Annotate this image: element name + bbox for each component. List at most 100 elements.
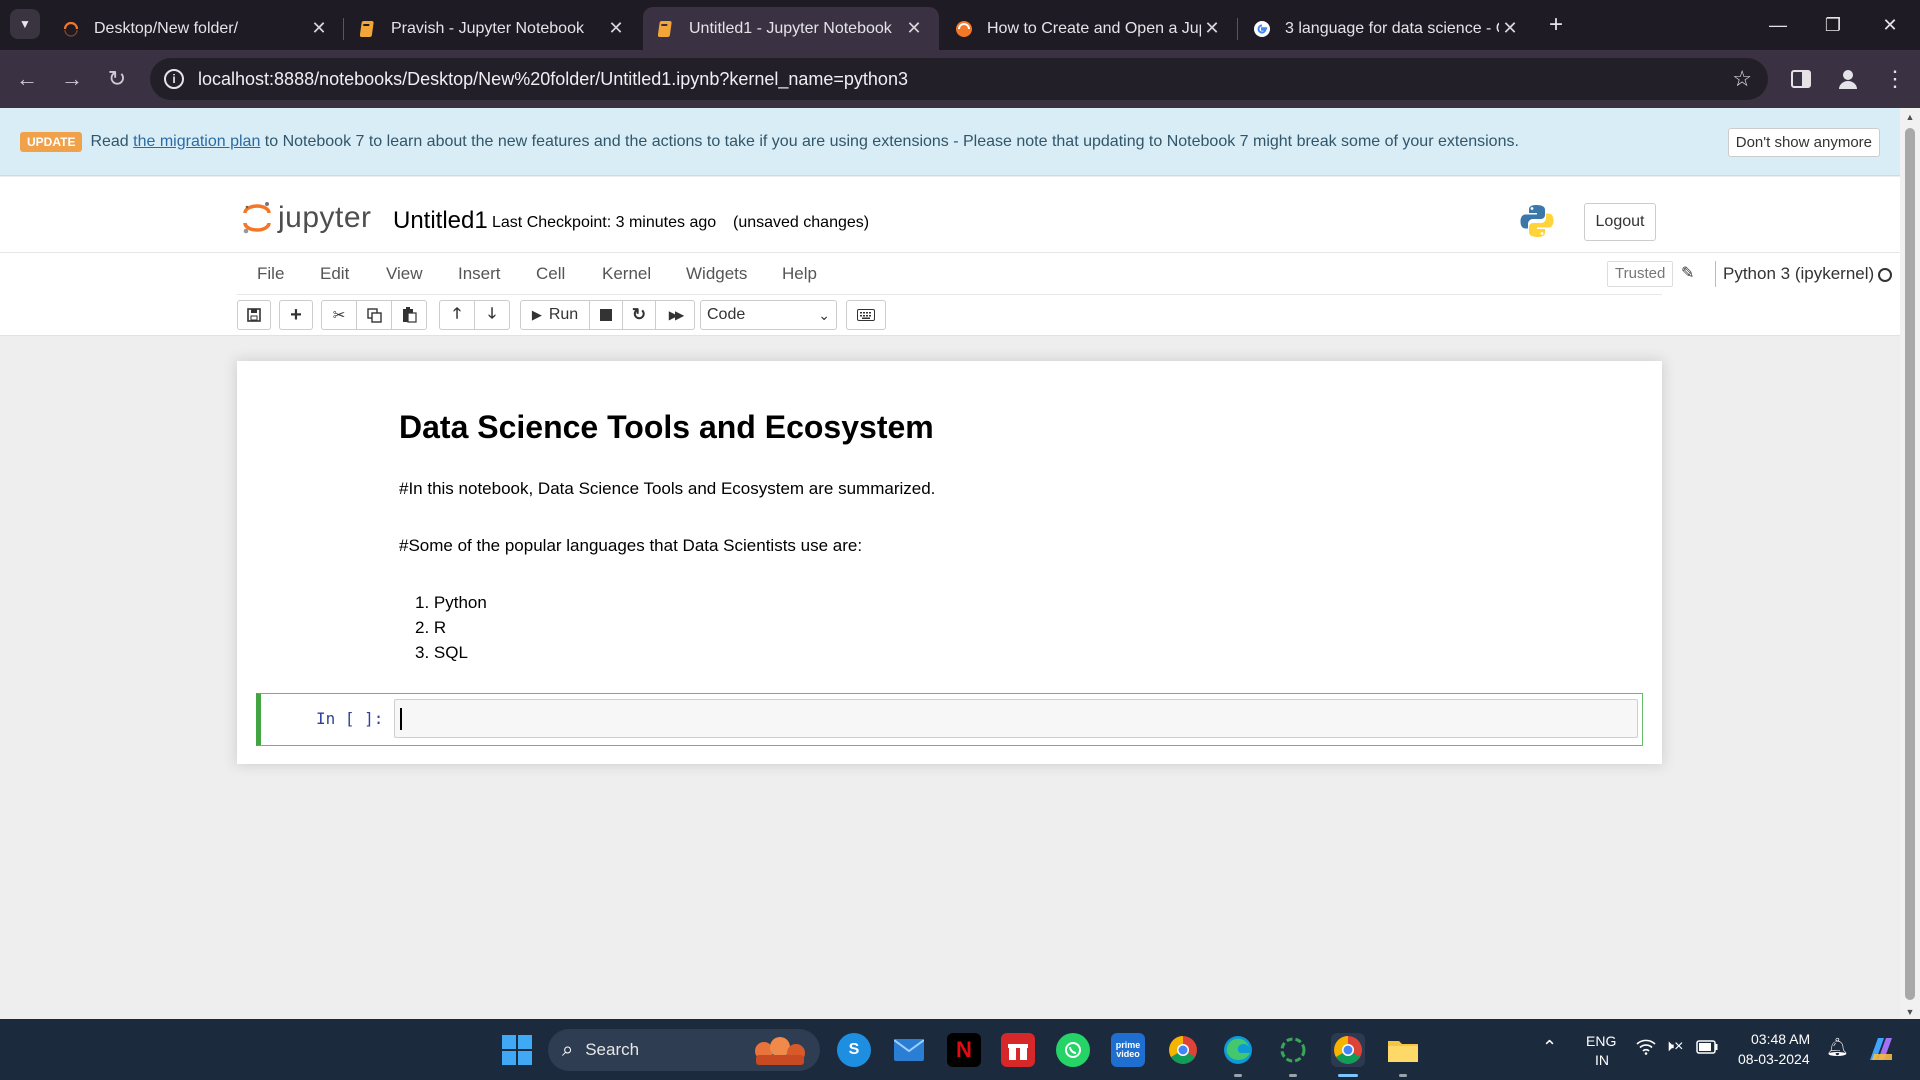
new-tab-button[interactable]: + xyxy=(1542,12,1570,40)
windows-start-icon[interactable] xyxy=(502,1035,532,1065)
region-indicator[interactable]: IN xyxy=(1595,1052,1609,1068)
paste-icon xyxy=(402,307,417,323)
kernel-divider xyxy=(1715,261,1716,287)
page-scrollbar[interactable]: ▲ ▼ xyxy=(1900,108,1920,1019)
side-panel-icon[interactable] xyxy=(1786,64,1816,94)
back-icon[interactable]: ← xyxy=(12,64,42,94)
notebook-icon xyxy=(359,20,377,38)
run-button[interactable]: ▶ Run xyxy=(520,300,590,330)
close-tab-icon[interactable]: ✕ xyxy=(308,18,330,39)
cut-cells-button[interactable]: ✂ xyxy=(321,300,357,330)
copy-cells-button[interactable] xyxy=(356,300,392,330)
bookmark-star-icon[interactable]: ☆ xyxy=(1732,66,1752,92)
notebook-icon xyxy=(657,20,675,38)
code-cell-selected[interactable]: In [ ]: xyxy=(256,693,1643,746)
clock-date[interactable]: 08-03-2024 xyxy=(1738,1051,1810,1067)
profile-icon[interactable] xyxy=(1833,64,1863,94)
list-item: 2. R xyxy=(415,618,447,637)
netflix-icon[interactable]: N xyxy=(947,1033,981,1067)
notebook-menubar: File Edit View Insert Cell Kernel Widget… xyxy=(0,253,1900,295)
tab-google-search[interactable]: 3 language for data science - G ✕ xyxy=(1239,7,1535,50)
tab-title: 3 language for data science - G xyxy=(1285,19,1499,37)
tab-pravish-notebook[interactable]: Pravish - Jupyter Notebook ✕ xyxy=(345,7,641,50)
command-palette-button[interactable] xyxy=(846,300,886,330)
edge-icon[interactable] xyxy=(1221,1033,1255,1067)
jupyter-icon xyxy=(955,20,973,38)
scrollbar-thumb[interactable] xyxy=(1905,128,1915,1000)
run-label: Run xyxy=(548,306,579,323)
restart-run-all-button[interactable]: ▶▶ xyxy=(655,300,695,330)
save-button[interactable] xyxy=(237,300,271,330)
menu-insert[interactable]: Insert xyxy=(458,264,501,284)
menu-kernel[interactable]: Kernel xyxy=(602,264,651,284)
close-tab-icon[interactable]: ✕ xyxy=(605,18,627,39)
reload-icon[interactable]: ↻ xyxy=(102,64,132,94)
menu-edit[interactable]: Edit xyxy=(320,264,349,284)
site-info-icon[interactable]: i xyxy=(164,69,184,89)
update-badge: UPDATE xyxy=(20,131,83,152)
jupyter-logo[interactable]: jupyter xyxy=(242,201,372,235)
wifi-icon[interactable] xyxy=(1636,1039,1656,1058)
python-logo-icon xyxy=(1519,203,1555,244)
code-input-editor[interactable] xyxy=(394,699,1638,738)
menu-file[interactable]: File xyxy=(257,264,284,284)
restart-kernel-button[interactable]: ↻ xyxy=(622,300,656,330)
browser-tab-strip: ▼ Desktop/New folder/ ✕ Pravish - Jupyte… xyxy=(0,0,1920,50)
whatsapp-icon[interactable] xyxy=(1056,1033,1090,1067)
notebook-name[interactable]: Untitled1 xyxy=(393,207,488,235)
scissors-icon: ✂ xyxy=(332,307,346,324)
chrome-active-icon[interactable] xyxy=(1331,1033,1365,1067)
migration-plan-link[interactable]: the migration plan xyxy=(133,133,260,150)
tab-how-to-create-jupyter[interactable]: How to Create and Open a Jupy ✕ xyxy=(941,7,1237,50)
cell-type-select[interactable]: Code ⌄ xyxy=(700,300,837,330)
show-hidden-icons-chevron-icon[interactable]: ⌃ xyxy=(1542,1037,1557,1058)
logout-button[interactable]: Logout xyxy=(1584,203,1656,241)
interrupt-kernel-button[interactable] xyxy=(589,300,623,330)
tab-untitled1-notebook[interactable]: Untitled1 - Jupyter Notebook ✕ xyxy=(643,7,939,50)
menu-widgets[interactable]: Widgets xyxy=(686,264,747,284)
banner-text-after: to Notebook 7 to learn about the new fea… xyxy=(260,132,1519,150)
tab-search-button[interactable]: ▼ xyxy=(10,9,40,39)
jupyter-app-icon[interactable] xyxy=(1276,1033,1310,1067)
tab-desktop-folder[interactable]: Desktop/New folder/ ✕ xyxy=(48,7,344,50)
forward-icon[interactable]: → xyxy=(57,64,87,94)
trusted-indicator[interactable]: Trusted xyxy=(1607,261,1674,287)
language-indicator[interactable]: ENG xyxy=(1586,1033,1616,1049)
restart-icon: ↻ xyxy=(631,305,647,324)
move-cell-up-button[interactable]: 🡑 xyxy=(439,300,475,330)
banner-text-before: Read xyxy=(90,132,134,150)
move-cell-down-button[interactable]: 🡓 xyxy=(474,300,510,330)
notification-bell-icon[interactable]: 🔔︎ xyxy=(1826,1037,1849,1058)
close-tab-icon[interactable]: ✕ xyxy=(1201,18,1223,39)
menu-help[interactable]: Help xyxy=(782,264,817,284)
address-bar[interactable]: i localhost:8888/notebooks/Desktop/New%2… xyxy=(150,58,1768,100)
chrome-icon[interactable] xyxy=(1166,1033,1200,1067)
restore-icon[interactable]: ❐ xyxy=(1811,10,1855,40)
dont-show-anymore-button[interactable]: Don't show anymore xyxy=(1727,128,1880,157)
edit-mode-pencil-icon: ✎ xyxy=(1681,265,1695,282)
menu-cell[interactable]: Cell xyxy=(536,264,565,284)
clock-time[interactable]: 03:48 AM xyxy=(1751,1031,1810,1047)
file-explorer-icon[interactable] xyxy=(1386,1033,1420,1067)
close-window-icon[interactable]: ✕ xyxy=(1868,10,1912,40)
more-menu-icon[interactable]: ⋮ xyxy=(1880,64,1910,94)
scroll-up-icon[interactable]: ▲ xyxy=(1900,112,1920,122)
volume-muted-icon[interactable]: 🕨× xyxy=(1664,1038,1683,1056)
prime-video-icon[interactable]: prime video xyxy=(1111,1033,1145,1067)
insert-cell-button[interactable]: + xyxy=(279,300,313,330)
skype-icon[interactable]: S xyxy=(837,1033,871,1067)
taskbar-search-box[interactable]: ⌕ Search xyxy=(548,1029,820,1071)
copilot-icon[interactable] xyxy=(1864,1032,1898,1069)
menu-view[interactable]: View xyxy=(386,264,423,284)
kernel-name[interactable]: Python 3 (ipykernel) xyxy=(1723,264,1874,284)
url-text[interactable]: localhost:8888/notebooks/Desktop/New%20f… xyxy=(198,69,908,90)
gift-app-icon[interactable] xyxy=(1001,1033,1035,1067)
mail-icon[interactable] xyxy=(892,1033,926,1067)
battery-icon[interactable] xyxy=(1696,1040,1718,1057)
paste-cells-button[interactable] xyxy=(391,300,427,330)
tab-title: Pravish - Jupyter Notebook xyxy=(391,19,584,37)
close-tab-icon[interactable]: ✕ xyxy=(903,18,925,39)
minimize-icon[interactable]: — xyxy=(1756,10,1800,40)
close-tab-icon[interactable]: ✕ xyxy=(1499,18,1521,39)
scroll-down-icon[interactable]: ▼ xyxy=(1900,1007,1920,1017)
